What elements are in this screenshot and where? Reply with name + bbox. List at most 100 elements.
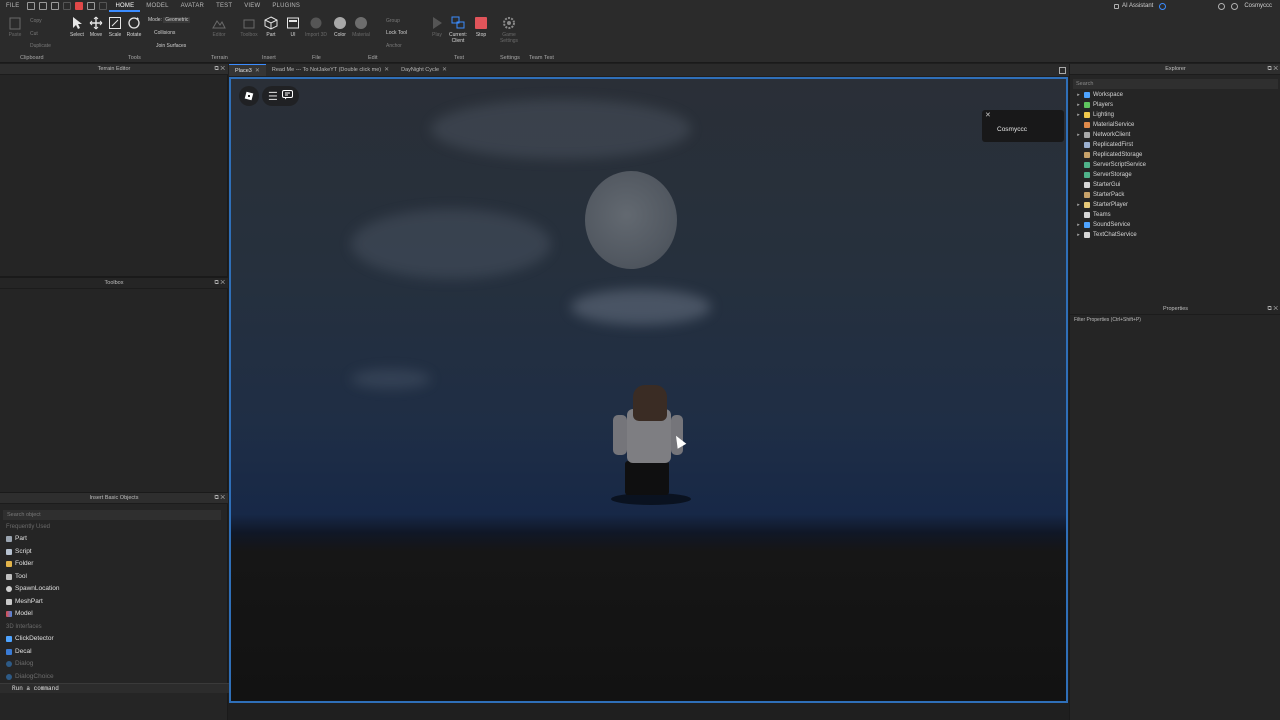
new-file-icon[interactable] xyxy=(27,2,36,10)
explorer-item[interactable]: ServerStorage xyxy=(1076,170,1132,180)
current-client-button[interactable]: Current: Client xyxy=(447,16,469,44)
explorer-search-input[interactable]: Search xyxy=(1073,79,1278,89)
copy-button[interactable]: Copy xyxy=(30,18,42,24)
tab-model[interactable]: MODEL xyxy=(140,0,174,12)
part-button[interactable]: Part xyxy=(260,16,282,38)
object-dialog[interactable]: Dialog xyxy=(6,658,33,670)
stop-small-icon[interactable] xyxy=(75,2,84,10)
chat-icon[interactable] xyxy=(281,90,293,102)
ui-label: UI xyxy=(290,32,296,38)
explorer-item[interactable]: ▸ TextChatService xyxy=(1076,230,1137,240)
roblox-logo-button[interactable] xyxy=(239,86,259,106)
object-clickdetector[interactable]: ClickDetector xyxy=(6,633,54,645)
explorer-item[interactable]: ReplicatedStorage xyxy=(1076,150,1142,160)
object-decal[interactable]: Decal xyxy=(6,646,32,658)
tab-test[interactable]: TEST xyxy=(210,0,238,12)
explorer-item[interactable]: MaterialService xyxy=(1076,120,1134,130)
close-icon[interactable]: ✕ xyxy=(442,64,447,76)
search-object-input[interactable]: Search object xyxy=(3,510,221,520)
close-icon[interactable]: ⧉ ✕ xyxy=(214,278,225,289)
expand-arrow-icon[interactable]: ▸ xyxy=(1076,130,1081,140)
collisions-toggle[interactable]: Collisions xyxy=(150,30,175,36)
game-settings-label: Game Settings xyxy=(499,32,519,44)
close-icon[interactable]: ✕ xyxy=(384,64,389,76)
join-surfaces-toggle[interactable]: Join Surfaces xyxy=(150,43,186,49)
terrain-editor-button[interactable]: Editor xyxy=(208,16,230,38)
toolbox-button[interactable]: Toolbox xyxy=(238,16,260,38)
close-icon[interactable]: ⧉ ✕ xyxy=(214,64,225,75)
cut-button[interactable]: Cut xyxy=(30,31,38,37)
share-icon[interactable] xyxy=(1231,2,1239,10)
object-folder[interactable]: Folder xyxy=(6,558,33,570)
open-file-icon[interactable] xyxy=(39,2,48,10)
expand-arrow-icon[interactable]: ▸ xyxy=(1076,90,1081,100)
explorer-item[interactable]: ▸ StarterPlayer xyxy=(1076,200,1128,210)
object-meshpart[interactable]: MeshPart xyxy=(6,596,43,608)
mode-selector[interactable]: Mode: Geometric xyxy=(148,17,191,23)
tab-read-me[interactable]: Read Me --- To NotJakeYT (Double click m… xyxy=(266,64,395,76)
explorer-item[interactable]: ▸ Players xyxy=(1076,100,1113,110)
object-tool[interactable]: Tool xyxy=(6,571,27,583)
paste-button[interactable]: Paste xyxy=(4,16,26,38)
close-icon[interactable]: ⧉ ✕ xyxy=(1267,64,1278,75)
stop-icon xyxy=(475,17,487,29)
sync-icon[interactable] xyxy=(1159,2,1167,10)
stop-button[interactable]: Stop xyxy=(470,16,492,38)
player-name[interactable]: Cosmyccc xyxy=(997,126,1027,133)
anchor-button[interactable]: Anchor xyxy=(386,43,402,49)
color-button[interactable]: Color xyxy=(329,16,351,38)
expand-arrow-icon[interactable]: ▸ xyxy=(1076,100,1081,110)
explorer-item[interactable]: StarterGui xyxy=(1076,180,1120,190)
close-icon[interactable]: ✕ xyxy=(985,111,991,119)
undo-icon[interactable] xyxy=(87,2,96,10)
insert-group-label: Insert xyxy=(262,55,276,61)
explorer-item[interactable]: ▸ Workspace xyxy=(1076,90,1123,100)
explorer-item[interactable]: ▸ NetworkClient xyxy=(1076,130,1130,140)
close-icon[interactable]: ⧉ ✕ xyxy=(1267,304,1278,315)
game-settings-button[interactable]: Game Settings xyxy=(498,16,520,44)
expand-arrow-icon[interactable]: ▸ xyxy=(1076,220,1081,230)
play-button[interactable]: Play xyxy=(426,16,448,38)
lock-tool-button[interactable]: Lock Tool xyxy=(386,30,407,36)
tab-avatar[interactable]: AVATAR xyxy=(175,0,210,12)
expand-arrow-icon[interactable]: ▸ xyxy=(1076,230,1081,240)
tab-view[interactable]: VIEW xyxy=(238,0,266,12)
help-icon[interactable] xyxy=(1218,2,1226,10)
explorer-item[interactable]: StarterPack xyxy=(1076,190,1124,200)
duplicate-button[interactable]: Duplicate xyxy=(30,43,51,49)
close-icon[interactable]: ⧉ ✕ xyxy=(214,493,225,504)
explorer-item[interactable]: ▸ SoundService xyxy=(1076,220,1130,230)
explorer-item[interactable]: ▸ Lighting xyxy=(1076,110,1114,120)
save-icon[interactable] xyxy=(51,2,60,10)
material-button[interactable]: Material xyxy=(350,16,372,38)
tab-daynight-cycle[interactable]: DayNight Cycle ✕ xyxy=(395,64,453,76)
tab-plugins[interactable]: PLUGINS xyxy=(266,0,306,12)
redo-icon[interactable] xyxy=(99,2,108,10)
tab-home[interactable]: HOME xyxy=(109,0,141,12)
import-3d-button[interactable]: Import 3D xyxy=(305,16,327,38)
group-button[interactable]: Group xyxy=(386,18,400,24)
expand-arrow-icon[interactable]: ▸ xyxy=(1076,110,1081,120)
object-dialogchoice[interactable]: DialogChoice xyxy=(6,671,54,683)
explorer-item[interactable]: Teams xyxy=(1076,210,1111,220)
object-part[interactable]: Part xyxy=(6,533,27,545)
user-name[interactable]: Cosmyccc xyxy=(1244,3,1272,9)
file-menu[interactable]: FILE xyxy=(0,0,25,12)
explorer-item[interactable]: ReplicatedFirst xyxy=(1076,140,1133,150)
folder-icon xyxy=(6,561,12,567)
viewport-settings-icon[interactable] xyxy=(1059,66,1066,74)
explorer-item[interactable]: ServerScriptService xyxy=(1076,160,1146,170)
close-icon[interactable]: ✕ xyxy=(255,65,260,77)
tab-place3[interactable]: Place3 ✕ xyxy=(229,64,266,76)
ui-button[interactable]: UI xyxy=(282,16,304,38)
filter-properties-input[interactable]: Filter Properties (Ctrl+Shift+P) xyxy=(1074,317,1141,323)
game-viewport[interactable]: ☰ ✕ Cosmyccc xyxy=(229,77,1068,703)
play-small-icon[interactable] xyxy=(63,2,72,10)
object-script[interactable]: Script xyxy=(6,546,32,558)
object-model[interactable]: Model xyxy=(6,608,33,620)
rotate-tool-button[interactable]: Rotate xyxy=(123,16,145,38)
object-spawnlocation[interactable]: SpawnLocation xyxy=(6,583,59,595)
expand-arrow-icon[interactable]: ▸ xyxy=(1076,200,1081,210)
ai-assistant-button[interactable]: AI Assistant xyxy=(1113,3,1153,9)
hamburger-menu-icon[interactable]: ☰ xyxy=(268,90,278,103)
